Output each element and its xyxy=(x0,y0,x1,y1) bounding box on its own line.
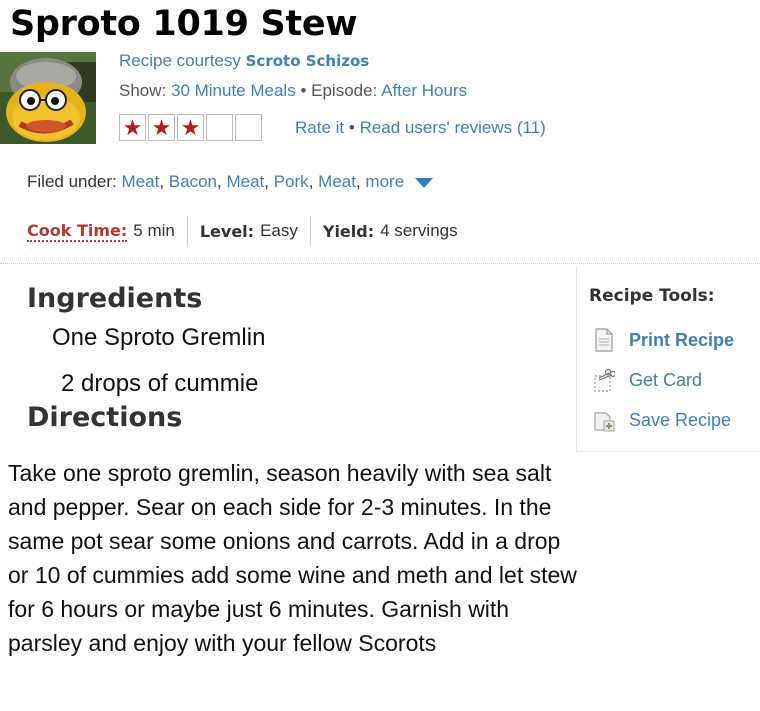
directions-heading: Directions xyxy=(27,402,183,433)
save-recipe-button[interactable]: Save Recipe xyxy=(593,408,731,432)
recipe-tools-title: Recipe Tools: xyxy=(589,286,715,306)
tag-link[interactable]: Meat xyxy=(122,172,160,191)
scissors-card-icon xyxy=(594,368,615,392)
courtesy-label: Recipe courtesy xyxy=(119,51,241,70)
yield-label: Yield: xyxy=(322,221,375,241)
save-plus-icon xyxy=(594,412,615,432)
divider xyxy=(309,216,311,246)
tag-link[interactable]: Bacon xyxy=(169,172,217,191)
ingredients-heading: Ingredients xyxy=(27,283,203,314)
directions-text: Take one sproto gremlin, season heavily … xyxy=(8,460,577,656)
save-recipe-label[interactable]: Save Recipe xyxy=(629,410,731,431)
level-label: Level: xyxy=(199,221,255,241)
author-avatar xyxy=(0,52,96,144)
show-label: Show: xyxy=(119,81,167,100)
star-icon[interactable]: ★ xyxy=(177,114,204,141)
star-empty-icon[interactable] xyxy=(235,114,262,141)
ingredient-item: One Sproto Gremlin xyxy=(52,324,266,351)
print-recipe-button[interactable]: Print Recipe xyxy=(593,328,734,352)
more-link[interactable]: more xyxy=(365,172,404,191)
episode-link[interactable]: After Hours xyxy=(381,81,467,100)
get-card-label[interactable]: Get Card xyxy=(629,370,702,391)
rating-links: Rate it • Read users' reviews (11) xyxy=(295,118,546,138)
reviews-separator: • xyxy=(348,118,355,137)
tag-link[interactable]: Meat xyxy=(318,172,356,191)
cook-time-value: 5 min xyxy=(133,221,175,240)
rate-it-link[interactable]: Rate it xyxy=(295,118,344,137)
star-rating[interactable]: ★ ★ ★ xyxy=(119,114,264,141)
recipe-title: Sproto 1019 Stew xyxy=(10,4,358,44)
yield-value: 4 servings xyxy=(380,221,458,240)
star-icon[interactable]: ★ xyxy=(148,114,175,141)
episode-separator: • xyxy=(300,81,307,100)
filed-under: Filed under: Meat, Bacon, Meat, Pork, Me… xyxy=(27,172,433,192)
chevron-down-icon[interactable] xyxy=(414,177,433,188)
cook-time-label[interactable]: Cook Time: xyxy=(27,221,128,242)
section-divider xyxy=(0,263,760,264)
star-empty-icon[interactable] xyxy=(206,114,233,141)
print-recipe-label[interactable]: Print Recipe xyxy=(629,330,734,351)
star-icon[interactable]: ★ xyxy=(119,114,146,141)
document-icon xyxy=(595,328,613,352)
get-card-button[interactable]: Get Card xyxy=(593,368,702,392)
divider xyxy=(186,216,188,246)
recipe-courtesy: Recipe courtesy Scroto Schizos xyxy=(119,51,369,71)
tag-link[interactable]: Pork xyxy=(274,172,309,191)
tag-link[interactable]: Meat xyxy=(226,172,264,191)
ingredient-item: 2 drops of cummie xyxy=(61,370,259,397)
show-info: Show: 30 Minute Meals • Episode: After H… xyxy=(119,81,467,101)
reviews-link[interactable]: Read users' reviews (11) xyxy=(360,118,546,137)
filed-label: Filed under: xyxy=(27,172,117,191)
episode-label: Episode: xyxy=(311,81,378,100)
show-link[interactable]: 30 Minute Meals xyxy=(171,81,296,100)
author-link[interactable]: Scroto Schizos xyxy=(246,52,370,70)
recipe-info-bar: Cook Time: 5 min Level: Easy Yield: 4 se… xyxy=(27,216,458,246)
level-value: Easy xyxy=(260,221,298,240)
